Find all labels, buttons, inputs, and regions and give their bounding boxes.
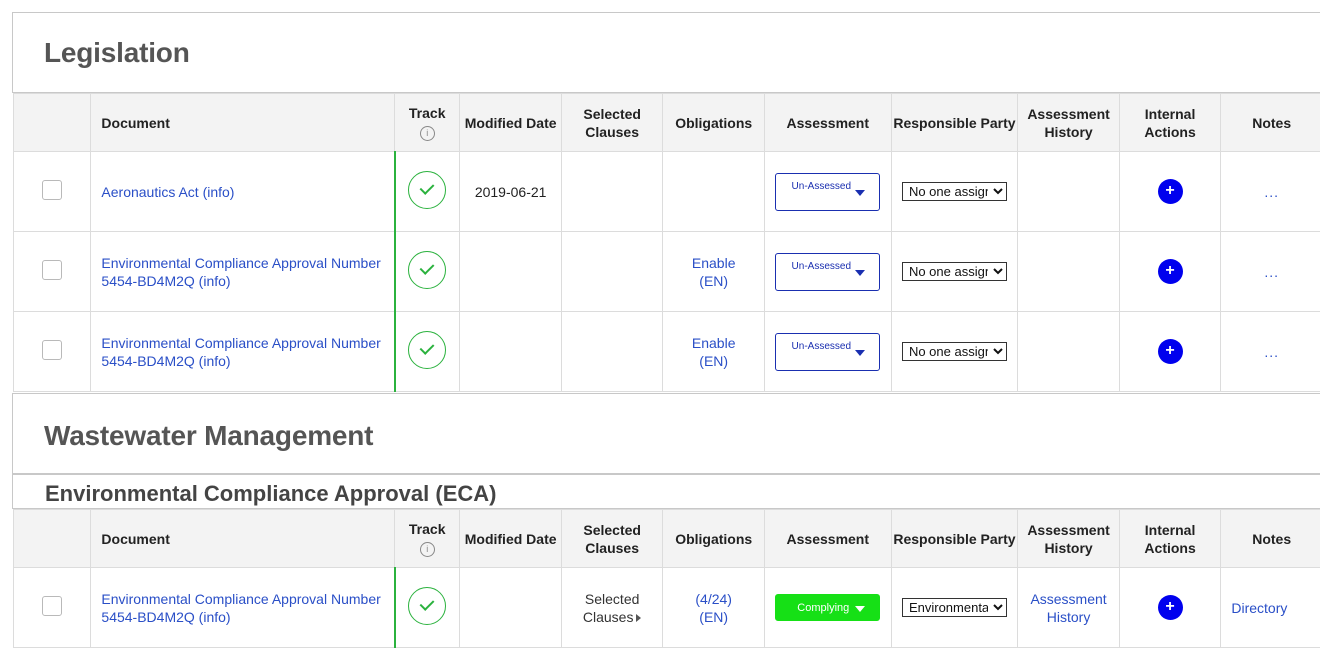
row-checkbox[interactable]: [42, 180, 63, 200]
assessment-history[interactable]: [1017, 231, 1120, 312]
document-link[interactable]: Environmental Compliance Approval Number…: [91, 254, 393, 290]
col-internal-actions[interactable]: Internal Actions: [1118, 93, 1222, 152]
caret-right-icon: [636, 613, 642, 622]
row-checkbox[interactable]: [42, 340, 63, 360]
col-obligations[interactable]: Obligations: [662, 509, 765, 568]
responsible-party-select[interactable]: No one assigned: [901, 262, 1007, 281]
col-assessment[interactable]: Assessment: [763, 509, 892, 568]
notes-link[interactable]: ...: [1220, 151, 1320, 232]
section-header-legislation: Legislation: [12, 12, 1320, 93]
col-track[interactable]: Track i: [394, 509, 461, 568]
selected-clauses: [560, 231, 664, 312]
add-action-button[interactable]: +: [1157, 595, 1183, 620]
section-header-wastewater: Wastewater Management: [12, 393, 1320, 474]
check-circle-icon[interactable]: [408, 251, 447, 289]
notes-link[interactable]: ...: [1220, 311, 1320, 392]
col-modified[interactable]: Modified Date: [459, 509, 562, 568]
select-col-header: [12, 509, 92, 568]
col-responsible-party[interactable]: Responsible Party: [890, 509, 1019, 568]
responsible-party-select[interactable]: No one assigned: [901, 342, 1007, 361]
modified-date: [459, 231, 562, 312]
document-link[interactable]: Environmental Compliance Approval Number…: [91, 590, 393, 626]
col-modified[interactable]: Modified Date: [459, 93, 562, 152]
col-track-label: Track: [408, 105, 446, 121]
section-title: Wastewater Management: [44, 420, 374, 451]
subsection-header-eca: Environmental Compliance Approval (ECA): [12, 474, 1320, 509]
modified-date: 2019-06-21: [459, 151, 562, 232]
col-assessment[interactable]: Assessment: [763, 93, 892, 152]
assessment-history-link[interactable]: Assessment History: [1029, 590, 1109, 626]
table-row: Environmental Compliance Approval Number…: [12, 311, 1320, 392]
subsection-title: Environmental Compliance Approval (ECA): [45, 481, 497, 506]
assessment-label: Un-Assessed: [791, 260, 852, 272]
col-document[interactable]: Document: [90, 93, 396, 152]
assessment-label: Un-Assessed: [791, 180, 852, 192]
document-link[interactable]: Environmental Compliance Approval Number…: [91, 334, 393, 370]
modified-date: [459, 567, 562, 648]
responsible-party-select[interactable]: Environmental: [901, 598, 1007, 617]
col-responsible-party[interactable]: Responsible Party: [890, 93, 1019, 152]
add-action-button[interactable]: +: [1157, 179, 1183, 204]
info-icon[interactable]: i: [419, 542, 435, 557]
assessment-dropdown[interactable]: Un-Assessed: [775, 252, 881, 291]
assessment-dropdown[interactable]: Un-Assessed: [775, 332, 881, 371]
col-assessment-history[interactable]: Assessment History: [1017, 93, 1120, 152]
selected-clauses-toggle[interactable]: Selected Clauses: [582, 590, 642, 626]
obligations-link[interactable]: (4/24) (EN): [689, 590, 739, 626]
col-track[interactable]: Track i: [394, 93, 461, 152]
info-icon[interactable]: i: [419, 126, 435, 141]
caret-down-icon: [855, 349, 866, 356]
assessment-dropdown[interactable]: Un-Assessed: [775, 172, 881, 211]
table-row: Aeronautics Act (info) 2019-06-21 Un-Ass…: [12, 151, 1320, 232]
col-internal-actions[interactable]: Internal Actions: [1118, 509, 1222, 568]
check-circle-icon[interactable]: [408, 331, 447, 369]
col-track-label: Track: [408, 521, 446, 537]
notes-link[interactable]: ...: [1220, 231, 1320, 312]
caret-down-icon: [855, 269, 866, 276]
col-selected-clauses[interactable]: Selected Clauses: [560, 509, 664, 568]
add-action-button[interactable]: +: [1157, 339, 1183, 364]
selected-clauses: [560, 151, 664, 232]
section-title: Legislation: [44, 37, 190, 68]
selected-clauses-label: Selected Clauses: [582, 590, 640, 625]
col-notes[interactable]: Notes: [1220, 509, 1320, 568]
add-action-button[interactable]: +: [1157, 259, 1183, 284]
col-assessment-history[interactable]: Assessment History: [1017, 509, 1120, 568]
obligations-link[interactable]: Enable (EN): [689, 334, 739, 370]
assessment-dropdown[interactable]: Complying: [775, 594, 881, 621]
select-col-header: [12, 93, 92, 152]
responsible-party-select[interactable]: No one assigned: [901, 182, 1007, 201]
assessment-label: Complying: [797, 602, 850, 614]
table-row: Environmental Compliance Approval Number…: [12, 567, 1320, 648]
row-checkbox[interactable]: [42, 260, 63, 280]
caret-down-icon: [855, 189, 866, 196]
obligations-link[interactable]: [662, 151, 765, 232]
caret-down-icon: [855, 606, 866, 612]
row-checkbox[interactable]: [42, 596, 63, 616]
assessment-history[interactable]: [1017, 311, 1120, 392]
obligations-link[interactable]: Enable (EN): [689, 254, 739, 290]
modified-date: [459, 311, 562, 392]
check-circle-icon[interactable]: [408, 171, 447, 209]
assessment-history[interactable]: [1017, 151, 1120, 232]
table-header-row: Document Track i Modified Date Selected …: [12, 509, 1320, 568]
table-row: Environmental Compliance Approval Number…: [12, 231, 1320, 312]
check-circle-icon[interactable]: [408, 587, 447, 625]
col-obligations[interactable]: Obligations: [662, 93, 765, 152]
document-link[interactable]: Aeronautics Act (info): [91, 183, 393, 201]
table-header-row: Document Track i Modified Date Selected …: [12, 93, 1320, 152]
legislation-table: Document Track i Modified Date Selected …: [12, 93, 1320, 392]
wastewater-table: Document Track i Modified Date Selected …: [12, 509, 1320, 648]
selected-clauses: [560, 311, 664, 392]
assessment-label: Un-Assessed: [791, 340, 852, 352]
col-document[interactable]: Document: [90, 509, 396, 568]
col-notes[interactable]: Notes: [1220, 93, 1320, 152]
notes-link[interactable]: Directory: [1220, 567, 1320, 648]
col-selected-clauses[interactable]: Selected Clauses: [560, 93, 664, 152]
